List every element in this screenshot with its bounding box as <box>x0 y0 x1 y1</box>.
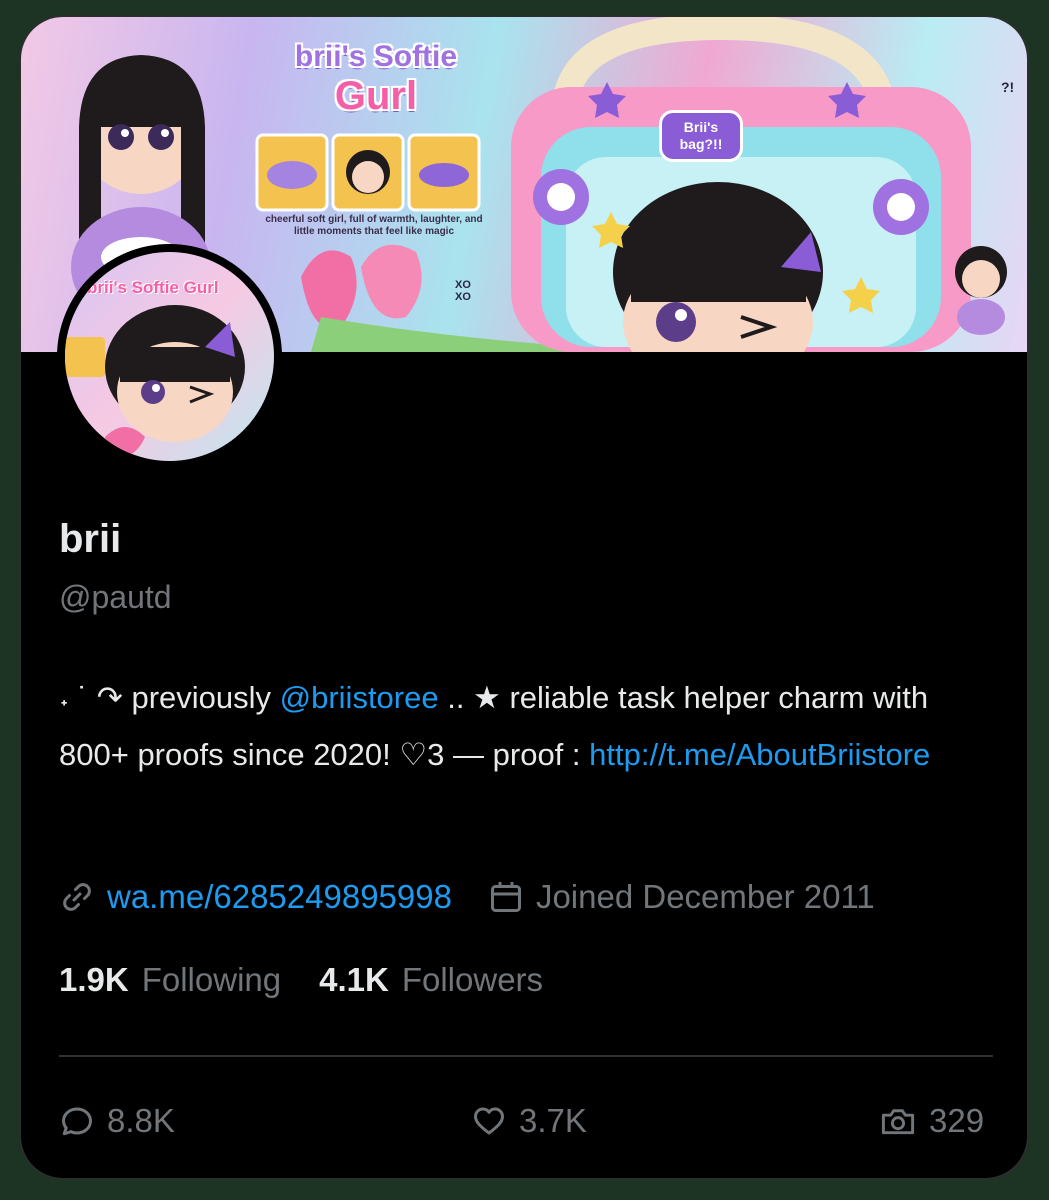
user-handle: @pautd <box>59 579 172 615</box>
camera-icon <box>881 1109 915 1135</box>
following-count: 1.9K <box>59 961 129 998</box>
divider <box>59 1055 993 1057</box>
likes-count: 3.7K <box>519 1102 587 1139</box>
banner-mark-xo: XO XO <box>455 279 471 303</box>
link-icon <box>63 883 91 911</box>
follow-stats: 1.9K Following 4.1K Followers <box>59 961 543 999</box>
bio-prefix: ˖ ˙ ↷ previously <box>59 680 280 715</box>
bio-url-link[interactable]: http://t.me/AboutBriistore <box>589 737 930 772</box>
followers-stat[interactable]: 4.1K Followers <box>319 961 543 999</box>
joined-date: Joined December 2011 <box>535 878 875 915</box>
website-link[interactable]: wa.me/6285249895998 <box>107 878 452 916</box>
heart-icon <box>474 1107 504 1135</box>
followers-count: 4.1K <box>319 961 389 998</box>
banner-caption: cheerful soft girl, full of warmth, laug… <box>265 214 483 237</box>
bio: ˖ ˙ ↷ previously @briistoree .. ★ reliab… <box>59 669 999 783</box>
following-stat[interactable]: 1.9K Following <box>59 961 281 999</box>
likes-action[interactable]: 3.7K <box>471 1099 587 1143</box>
banner-title-line1: brii's Softie <box>294 40 458 73</box>
bag-tag: Brii's bag?!! <box>659 110 743 162</box>
replies-action[interactable]: 8.8K <box>59 1099 175 1143</box>
avatar[interactable]: brii's Softie Gurl <box>57 244 282 469</box>
bio-mention-link[interactable]: @briistoree <box>280 680 439 715</box>
display-name: brii <box>59 517 122 561</box>
profile-card: brii's Softie Gurl cheerful soft girl, f… <box>19 15 1029 1180</box>
calendar-icon <box>490 882 521 912</box>
avatar-title: brii's Softie Gurl <box>87 278 219 297</box>
avatar-image: brii's Softie Gurl <box>65 252 274 461</box>
media-count: 329 <box>929 1102 985 1139</box>
followers-label: Followers <box>401 961 544 998</box>
reply-icon <box>62 1107 92 1136</box>
replies-count: 8.8K <box>107 1102 175 1139</box>
banner-title-line2: Gurl <box>334 74 418 118</box>
banner-mark-question: ?! <box>1001 79 1015 95</box>
media-action[interactable]: 329 <box>879 1099 984 1143</box>
following-label: Following <box>141 961 282 998</box>
banner-title: brii's Softie Gurl <box>261 39 491 117</box>
profile-meta: wa.me/6285249895998 Joined December 2011 <box>59 875 875 919</box>
